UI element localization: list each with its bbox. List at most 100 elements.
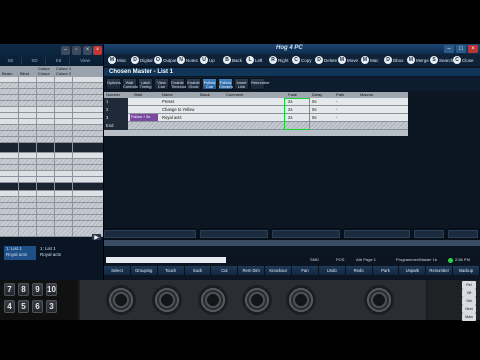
- table-row[interactable]: 3 Follow + 5s Royal acts 2s 0s -: [104, 114, 408, 122]
- toolbar-item[interactable]: B Back: [223, 56, 242, 64]
- softkey-suck[interactable]: Suck: [184, 266, 212, 275]
- softkey-rem-dim[interactable]: Rem Dim: [238, 266, 266, 275]
- toolbar-item[interactable]: M Misc: [108, 56, 126, 64]
- chosen-master-button[interactable]: Renumber: [250, 78, 270, 90]
- left-spreadsheet[interactable]: [0, 77, 103, 237]
- toolbar-item[interactable]: O Output: [154, 56, 177, 64]
- cue-list-empty-area: [104, 136, 480, 228]
- toolbar-item-label: Digital: [140, 57, 153, 63]
- toolbar-item[interactable]: M Merge: [407, 56, 429, 64]
- strip-button[interactable]: [414, 230, 444, 238]
- encoder-wheel[interactable]: [152, 285, 182, 315]
- strip-button[interactable]: [200, 230, 268, 238]
- softkey-cut[interactable]: Cut: [211, 266, 239, 275]
- side-button-next[interactable]: Next: [462, 305, 476, 313]
- softkey-unpark[interactable]: Unpark: [399, 266, 427, 275]
- chosen-master-button[interactable]: View Cue: [154, 78, 169, 90]
- side-button-panel: Rel Off Set Next Main: [428, 280, 480, 321]
- softkey-select[interactable]: Select: [104, 266, 131, 275]
- toolbar-item[interactable]: C Copy: [292, 56, 312, 64]
- toolbar-item[interactable]: N Notes: [177, 56, 198, 64]
- mac-icon: M: [361, 56, 369, 64]
- softkey-renumber[interactable]: Renumber: [426, 266, 454, 275]
- side-button-rel[interactable]: Rel: [462, 281, 476, 289]
- bottom-button-strip: [104, 228, 480, 246]
- table-row[interactable]: End: [104, 122, 408, 130]
- toolbar-item[interactable]: L Left: [246, 56, 263, 64]
- keypad-key[interactable]: 3: [46, 300, 57, 313]
- toolbar-item[interactable]: C Close: [453, 56, 474, 64]
- toolbar-item[interactable]: D Dbox: [384, 56, 404, 64]
- side-button-set[interactable]: Set: [462, 297, 476, 305]
- softkey-touch[interactable]: Touch: [157, 266, 185, 275]
- command-line[interactable]: [106, 257, 226, 263]
- header-beam: Beam: [2, 71, 13, 76]
- softkey-redo[interactable]: Redo: [345, 266, 373, 275]
- softkey-grouping[interactable]: Grouping: [130, 266, 158, 275]
- keypad-key[interactable]: 7: [4, 283, 15, 296]
- keypad-key[interactable]: 8: [18, 283, 29, 296]
- toolbar-item[interactable]: R Right: [269, 56, 289, 64]
- toolbar-item[interactable]: S Search: [430, 56, 453, 64]
- softkey-park[interactable]: Park: [372, 266, 400, 275]
- encoder-panel: [80, 280, 426, 320]
- table-row[interactable]: 2 Change to Yellow 2s 0s -: [104, 106, 408, 114]
- list-item-sub: Royal acts: [6, 252, 28, 257]
- encoder-wheel[interactable]: [106, 285, 136, 315]
- strip-button[interactable]: [104, 230, 196, 238]
- chosen-master-button[interactable]: Follow Chosen: [218, 78, 233, 90]
- maximize-icon[interactable]: □: [456, 45, 466, 53]
- keypad-key[interactable]: 4: [4, 300, 15, 313]
- tab-sd[interactable]: SD: [24, 57, 46, 65]
- table-row[interactable]: 1 Preset 2s 0s -: [104, 98, 408, 106]
- softkey-knockout[interactable]: Knockout: [265, 266, 292, 275]
- softkey-undo[interactable]: Undo: [318, 266, 346, 275]
- toolbar-item[interactable]: M Move: [338, 56, 358, 64]
- tab-se[interactable]: SE: [0, 57, 22, 65]
- softkey-fan[interactable]: Fan: [292, 266, 319, 275]
- toolbar-item[interactable]: U Up: [200, 56, 215, 64]
- side-button-main[interactable]: Main: [462, 313, 476, 321]
- keypad-key[interactable]: 6: [32, 300, 43, 313]
- minimize-icon[interactable]: –: [61, 46, 70, 55]
- chosen-master-button[interactable]: Options: [106, 78, 121, 90]
- close-icon[interactable]: ×: [468, 45, 478, 53]
- close-pane-icon[interactable]: ×: [83, 46, 92, 55]
- encoder-wheel[interactable]: [198, 285, 228, 315]
- restore-icon[interactable]: ▫: [72, 46, 81, 55]
- toolbar-item[interactable]: M Mac: [361, 56, 379, 64]
- keypad-key[interactable]: 9: [32, 283, 43, 296]
- strip-button[interactable]: [344, 230, 410, 238]
- encoder-wheel[interactable]: [242, 285, 272, 315]
- title-bar: Hog 4 PC – □ ×: [104, 44, 480, 54]
- minimize-icon[interactable]: –: [444, 45, 454, 53]
- side-button-off[interactable]: Off: [462, 289, 476, 297]
- keypad-key[interactable]: 10: [46, 283, 57, 296]
- chosen-master-button[interactable]: Follow Cue: [202, 78, 217, 90]
- tab-kit[interactable]: Kit: [48, 57, 70, 65]
- encoder-wheel[interactable]: [364, 285, 394, 315]
- keypad-key[interactable]: 5: [18, 300, 29, 313]
- encoder-wheel[interactable]: [286, 285, 316, 315]
- list-item[interactable]: 1: List 1 Royal acts: [38, 246, 74, 260]
- toolbar-item-label: Left: [255, 57, 263, 63]
- cue-list-table[interactable]: Number Wait Name Black Comment Fade Dela…: [104, 92, 408, 136]
- toolbar-item-label: Delete: [324, 57, 338, 63]
- chosen-master-button[interactable]: Insert Link: [234, 78, 249, 90]
- strip-button[interactable]: [448, 230, 478, 238]
- fade-column-selection: [284, 98, 310, 130]
- softkey-backup[interactable]: Backup: [453, 266, 480, 275]
- main-window: Hog 4 PC – □ × M Misc D Digital O Output N Note…: [104, 44, 480, 280]
- toolbar-item[interactable]: D Delete: [315, 56, 337, 64]
- close-window-icon[interactable]: ×: [93, 46, 102, 55]
- chosen-master-button[interactable]: Wait Controls: [122, 78, 138, 90]
- toolbar-item[interactable]: D Digital: [131, 56, 153, 64]
- chosen-master-button[interactable]: Latch Timing: [138, 78, 153, 90]
- grid-col-line: [54, 77, 55, 237]
- strip-button[interactable]: [272, 230, 340, 238]
- list-item[interactable]: 1: List 1 Royal acts: [4, 246, 36, 260]
- tab-view[interactable]: View: [74, 57, 96, 65]
- chosen-master-button[interactable]: Enable Timecode: [170, 78, 188, 90]
- cue-wait: Follow + 5s: [130, 114, 158, 121]
- chosen-master-button[interactable]: Enable Clock: [186, 78, 201, 90]
